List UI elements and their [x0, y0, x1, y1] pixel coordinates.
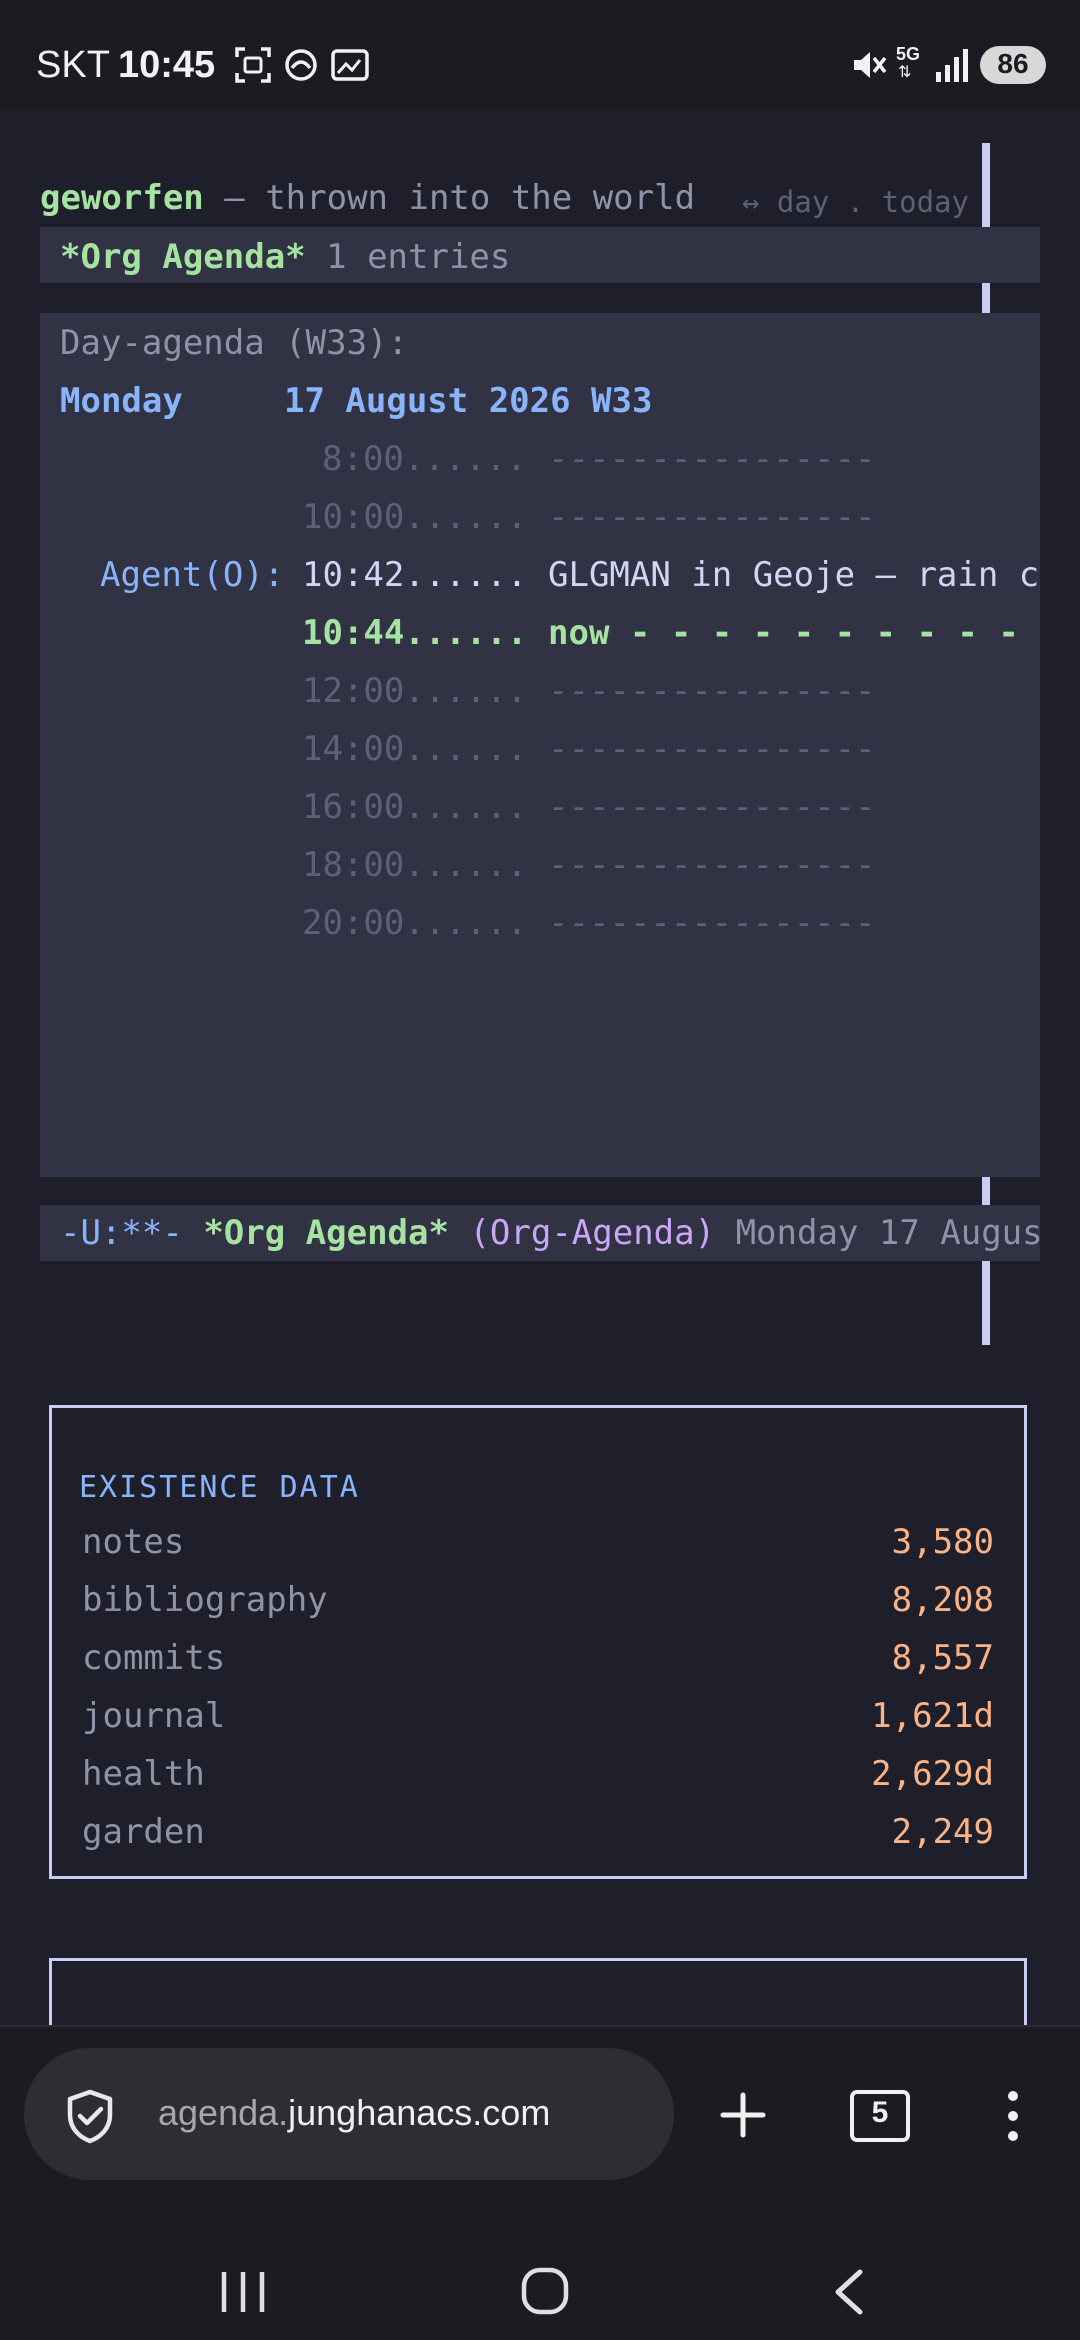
agenda-entry[interactable]: GLGMAN in Geoje — rain co [548, 553, 1040, 597]
entry-time[interactable]: 10:42...... [302, 553, 527, 597]
modeline-buffer: *Org Agenda* [203, 1213, 449, 1253]
site-header: geworfen — thrown into the world [40, 176, 695, 220]
carrier-label: SKT [36, 44, 110, 86]
time-slot: 20:00...... [302, 903, 528, 943]
buffer-header-text: *Org Agenda* 1 entries [60, 235, 510, 279]
now-time: 10:44...... [302, 613, 528, 653]
agenda-date: 17 August 2026 W33 [284, 381, 653, 421]
entry-category: Agent(O): [100, 555, 285, 595]
stat-value: 3,580 [891, 1522, 994, 1562]
modeline-state: -U:**- [60, 1213, 183, 1253]
buffer-name: *Org Agenda* [60, 237, 306, 277]
time-slot: 14:00...... [302, 729, 528, 769]
agenda-day-name: Monday [60, 381, 183, 421]
modeline-info: Monday 17 Augus [735, 1213, 1040, 1253]
tab-switcher-button[interactable]: 5 [850, 2090, 910, 2142]
time-slot-line: ---------------- [548, 729, 876, 769]
tab-count: 5 [871, 2096, 889, 2129]
existence-data-card: EXISTENCE DATA notes 3,580 bibliography … [49, 1405, 1027, 1879]
modeline-mode: (Org-Agenda) [469, 1213, 716, 1253]
back-icon[interactable] [830, 2268, 866, 2316]
stat-name: garden [82, 1812, 205, 1852]
shield-check-icon[interactable] [64, 2088, 116, 2144]
time-slot: 8:00...... [322, 439, 527, 479]
stat-name: commits [82, 1638, 226, 1678]
address-bar[interactable]: agenda.junghanacs.com [24, 2048, 674, 2180]
stat-value: 2,249 [891, 1812, 994, 1852]
stat-value: 8,208 [891, 1580, 994, 1620]
agenda-view-title: Day-agenda (W33): [60, 323, 408, 363]
stat-value: 8,557 [891, 1638, 994, 1678]
stat-value: 1,621d [871, 1696, 994, 1736]
network-5g-icon: 5G ⇅ [896, 44, 921, 81]
modeline: -U:**- *Org Agenda* (Org-Agenda) Monday … [40, 1205, 1040, 1261]
stat-name: bibliography [82, 1580, 328, 1620]
more-menu-icon[interactable] [1006, 2090, 1020, 2142]
screenshot-icon [235, 47, 271, 83]
stat-value: 2,629d [871, 1754, 994, 1794]
now-marker: now - - - - - - - - - - - - [548, 613, 1040, 653]
day-nav-link[interactable]: ↔ day . today [742, 180, 969, 224]
site-name[interactable]: geworfen [40, 178, 204, 218]
stat-name: health [82, 1754, 205, 1794]
stat-name: notes [82, 1522, 185, 1562]
image-icon [331, 49, 369, 81]
url-text[interactable]: agenda.junghanacs.com [158, 2092, 550, 2134]
time-slot-line: ---------------- [548, 845, 876, 885]
home-icon[interactable] [520, 2266, 570, 2316]
time-slot: 12:00...... [302, 671, 528, 711]
entry-count: 1 entries [326, 237, 511, 277]
stat-name: journal [82, 1696, 226, 1736]
time-slot-line: ---------------- [548, 787, 876, 827]
system-navigation-bar [0, 2220, 1080, 2340]
recents-icon[interactable] [218, 2270, 268, 2314]
new-tab-icon[interactable] [720, 2092, 766, 2138]
mute-icon [854, 52, 887, 78]
time-slot-line: ---------------- [548, 439, 876, 479]
clock: 10:45 [118, 44, 216, 86]
time-slot-line: ---------------- [548, 903, 876, 943]
card-label: EXISTENCE DATA [79, 1470, 360, 1505]
time-slot-line: ---------------- [548, 671, 876, 711]
battery-icon: 86 [980, 46, 1046, 84]
agenda-window: Day-agenda (W33): Monday 17 August 2026 … [40, 313, 1040, 1177]
time-slot: 18:00...... [302, 845, 528, 885]
battery-level: 86 [997, 48, 1029, 79]
site-tagline: — thrown into the world [224, 178, 696, 218]
time-slot: 16:00...... [302, 787, 528, 827]
time-slot-line: ---------------- [548, 497, 876, 537]
sync-icon [285, 49, 317, 81]
status-bar: SKT 10:45 5G ⇅ 86 [0, 0, 1080, 110]
signal-icon [936, 49, 968, 82]
time-slot: 10:00...... [302, 497, 528, 537]
